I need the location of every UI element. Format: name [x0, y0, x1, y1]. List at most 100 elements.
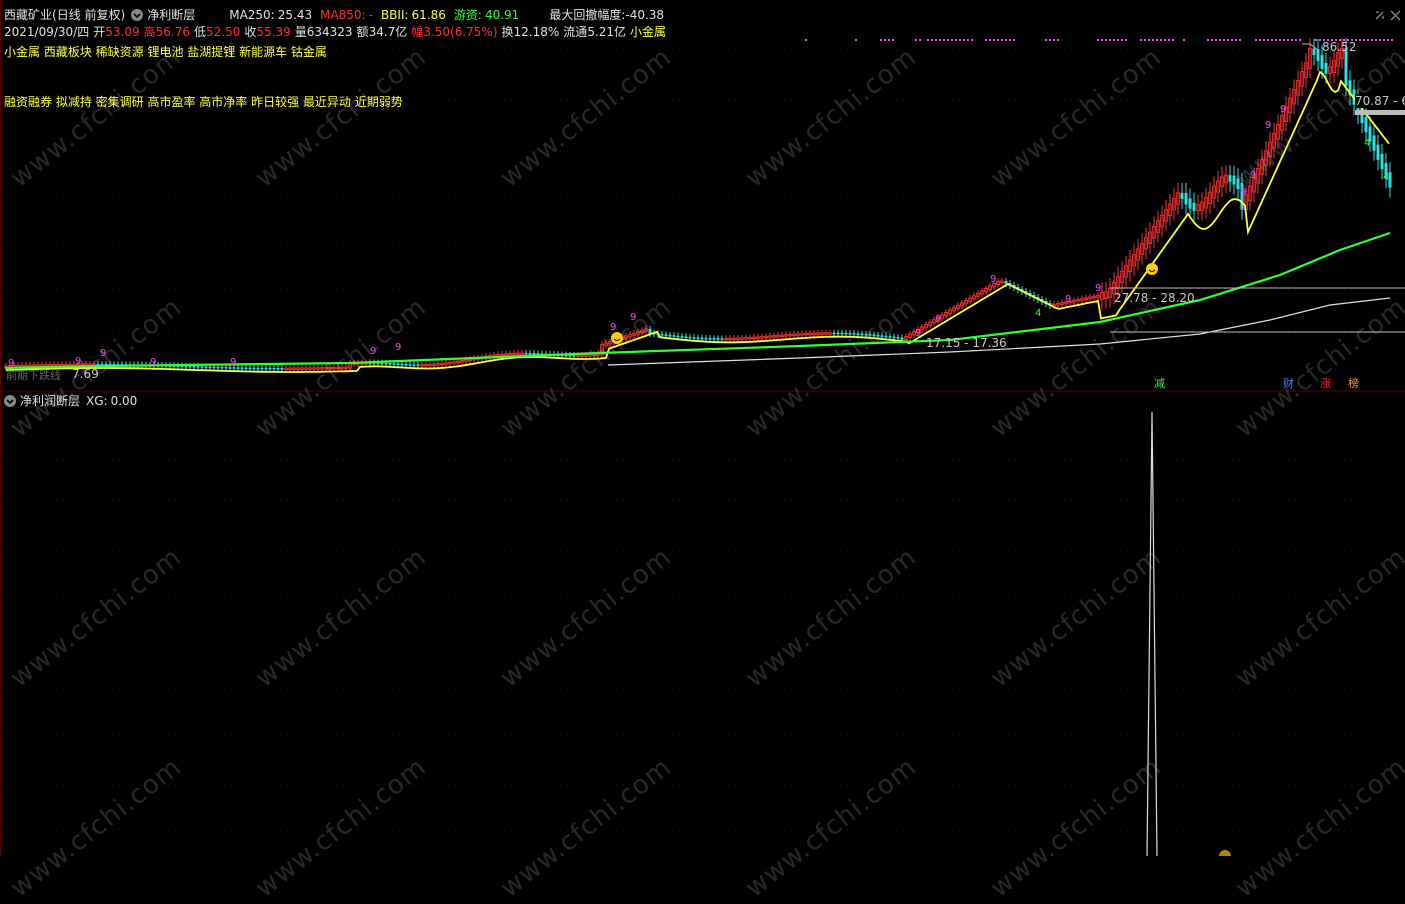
quote-date: 2021/09/30/四 — [4, 25, 90, 39]
candle-body — [396, 363, 400, 366]
close-icon[interactable] — [1390, 10, 1401, 21]
sector-label[interactable]: 小金属 — [630, 23, 666, 40]
signal-digit: 9 — [395, 342, 401, 353]
candle-body — [412, 364, 416, 366]
signal-dot — [1168, 39, 1170, 41]
signal-digit: 4 — [1364, 138, 1370, 149]
signal-dot — [1259, 39, 1261, 41]
event-marker-reduce[interactable]: 减 — [1154, 375, 1165, 391]
ma-yellow-line — [5, 70, 1390, 373]
candle-body — [280, 367, 284, 370]
chart-header: 西藏矿业 (日线 前复权) 净利断层 MA250: 25.43 MA850: -… — [4, 6, 664, 23]
candle-body — [212, 366, 216, 369]
box-range-lower: 17.15 - 17.36 — [926, 336, 1007, 350]
formula-name[interactable]: 净利断层 — [147, 6, 195, 23]
candle-body — [404, 363, 408, 366]
signal-dot — [1148, 39, 1150, 41]
signal-digit: 9 — [1240, 187, 1246, 198]
signal-dot — [963, 39, 965, 41]
chevron-down-icon[interactable] — [4, 394, 16, 407]
candle-body — [220, 366, 224, 369]
change-value: 3.50(6.75%) — [423, 24, 498, 39]
signal-dot — [1387, 39, 1389, 41]
candle-body — [380, 362, 384, 365]
candle-body — [268, 367, 272, 370]
signal-dot — [919, 39, 921, 41]
signal-digit: 4 — [1035, 308, 1041, 319]
signal-dot — [1219, 39, 1221, 41]
signal-digit: 9 — [915, 328, 921, 339]
signal-tags[interactable]: 融资融券 拟减持 密集调研 高市盈率 高市净率 昨日较强 最近异动 近期弱势 — [4, 93, 403, 110]
signal-dot — [892, 39, 894, 41]
signal-dot — [1363, 39, 1365, 41]
signal-dot — [1013, 39, 1015, 41]
event-marker-board[interactable]: 榜 — [1348, 375, 1359, 391]
lower-panel-title[interactable]: 净利润断层 — [20, 392, 80, 409]
signal-digit: 9 — [75, 356, 81, 367]
candle-body — [664, 334, 668, 336]
kline-chart[interactable]: 9 999 99 999999999999444 — [0, 0, 1405, 856]
candle-body — [572, 354, 576, 357]
signal-dot — [1009, 39, 1011, 41]
event-marker-finance[interactable]: 财 — [1283, 375, 1294, 391]
candle-body — [200, 366, 204, 368]
candle-body — [248, 367, 252, 370]
candle-body — [696, 337, 700, 339]
candle-body — [400, 363, 404, 366]
signal-dot — [1160, 39, 1162, 41]
stock-name[interactable]: 西藏矿业 — [4, 6, 52, 23]
signal-dot — [1140, 39, 1142, 41]
candle-body — [528, 352, 532, 355]
candle-body — [208, 366, 212, 369]
signal-dot — [935, 39, 937, 41]
candle-body — [256, 367, 260, 370]
settings-icon[interactable] — [1374, 10, 1385, 21]
low-label: 低 — [193, 25, 206, 39]
signal-dot — [1144, 39, 1146, 41]
signal-dot — [915, 39, 917, 41]
signal-dot — [951, 39, 953, 41]
close-label: 收 — [244, 25, 257, 39]
signal-dot — [884, 39, 886, 41]
signal-dot — [971, 39, 973, 41]
candle-body — [688, 336, 692, 339]
signal-dot — [855, 39, 857, 41]
signal-dot — [1315, 39, 1317, 41]
smiley-icon — [611, 332, 623, 344]
low-price-label: 7.69 — [72, 367, 99, 381]
signal-dot — [1057, 39, 1059, 41]
candle-body — [900, 337, 904, 340]
signal-digit: 9 — [100, 348, 106, 359]
signal-dot — [1255, 39, 1257, 41]
event-marker-limitup[interactable]: 涨 — [1320, 375, 1331, 391]
signal-dot — [1267, 39, 1269, 41]
candle-body — [532, 353, 536, 355]
candle-body — [388, 363, 392, 365]
signal-dot — [1113, 39, 1115, 41]
signal-dot — [931, 39, 933, 41]
signal-dot — [927, 39, 929, 41]
concept-tags[interactable]: 小金属 西藏板块 稀缺资源 锂电池 盐湖提锂 新能源车 钴金属 — [4, 43, 327, 60]
period-label[interactable]: (日线 前复权) — [52, 6, 125, 23]
xg-label: XG: — [86, 393, 108, 408]
candle-body — [692, 337, 696, 339]
candle-body — [260, 367, 264, 370]
signal-dot — [1263, 39, 1265, 41]
signal-digit: 9 — [990, 274, 996, 285]
bottom-left-label: 前期下跌线 — [6, 369, 61, 382]
change-label: 幅 — [411, 25, 424, 39]
candle-body — [236, 367, 240, 369]
signal-dot — [1371, 39, 1373, 41]
signal-dot — [1231, 39, 1233, 41]
signal-dot — [1117, 39, 1119, 41]
signal-digit: 9 — [150, 357, 156, 368]
signal-dot — [1299, 39, 1301, 41]
candle-body — [892, 336, 896, 339]
signal-dot — [947, 39, 949, 41]
close-value: 55.39 — [256, 24, 291, 39]
drawdown-label: 最大回撤幅度: — [549, 8, 626, 22]
candle-body — [896, 337, 900, 339]
chevron-down-icon[interactable] — [131, 8, 144, 21]
candle-body — [852, 333, 856, 335]
signal-dot — [1375, 39, 1377, 41]
